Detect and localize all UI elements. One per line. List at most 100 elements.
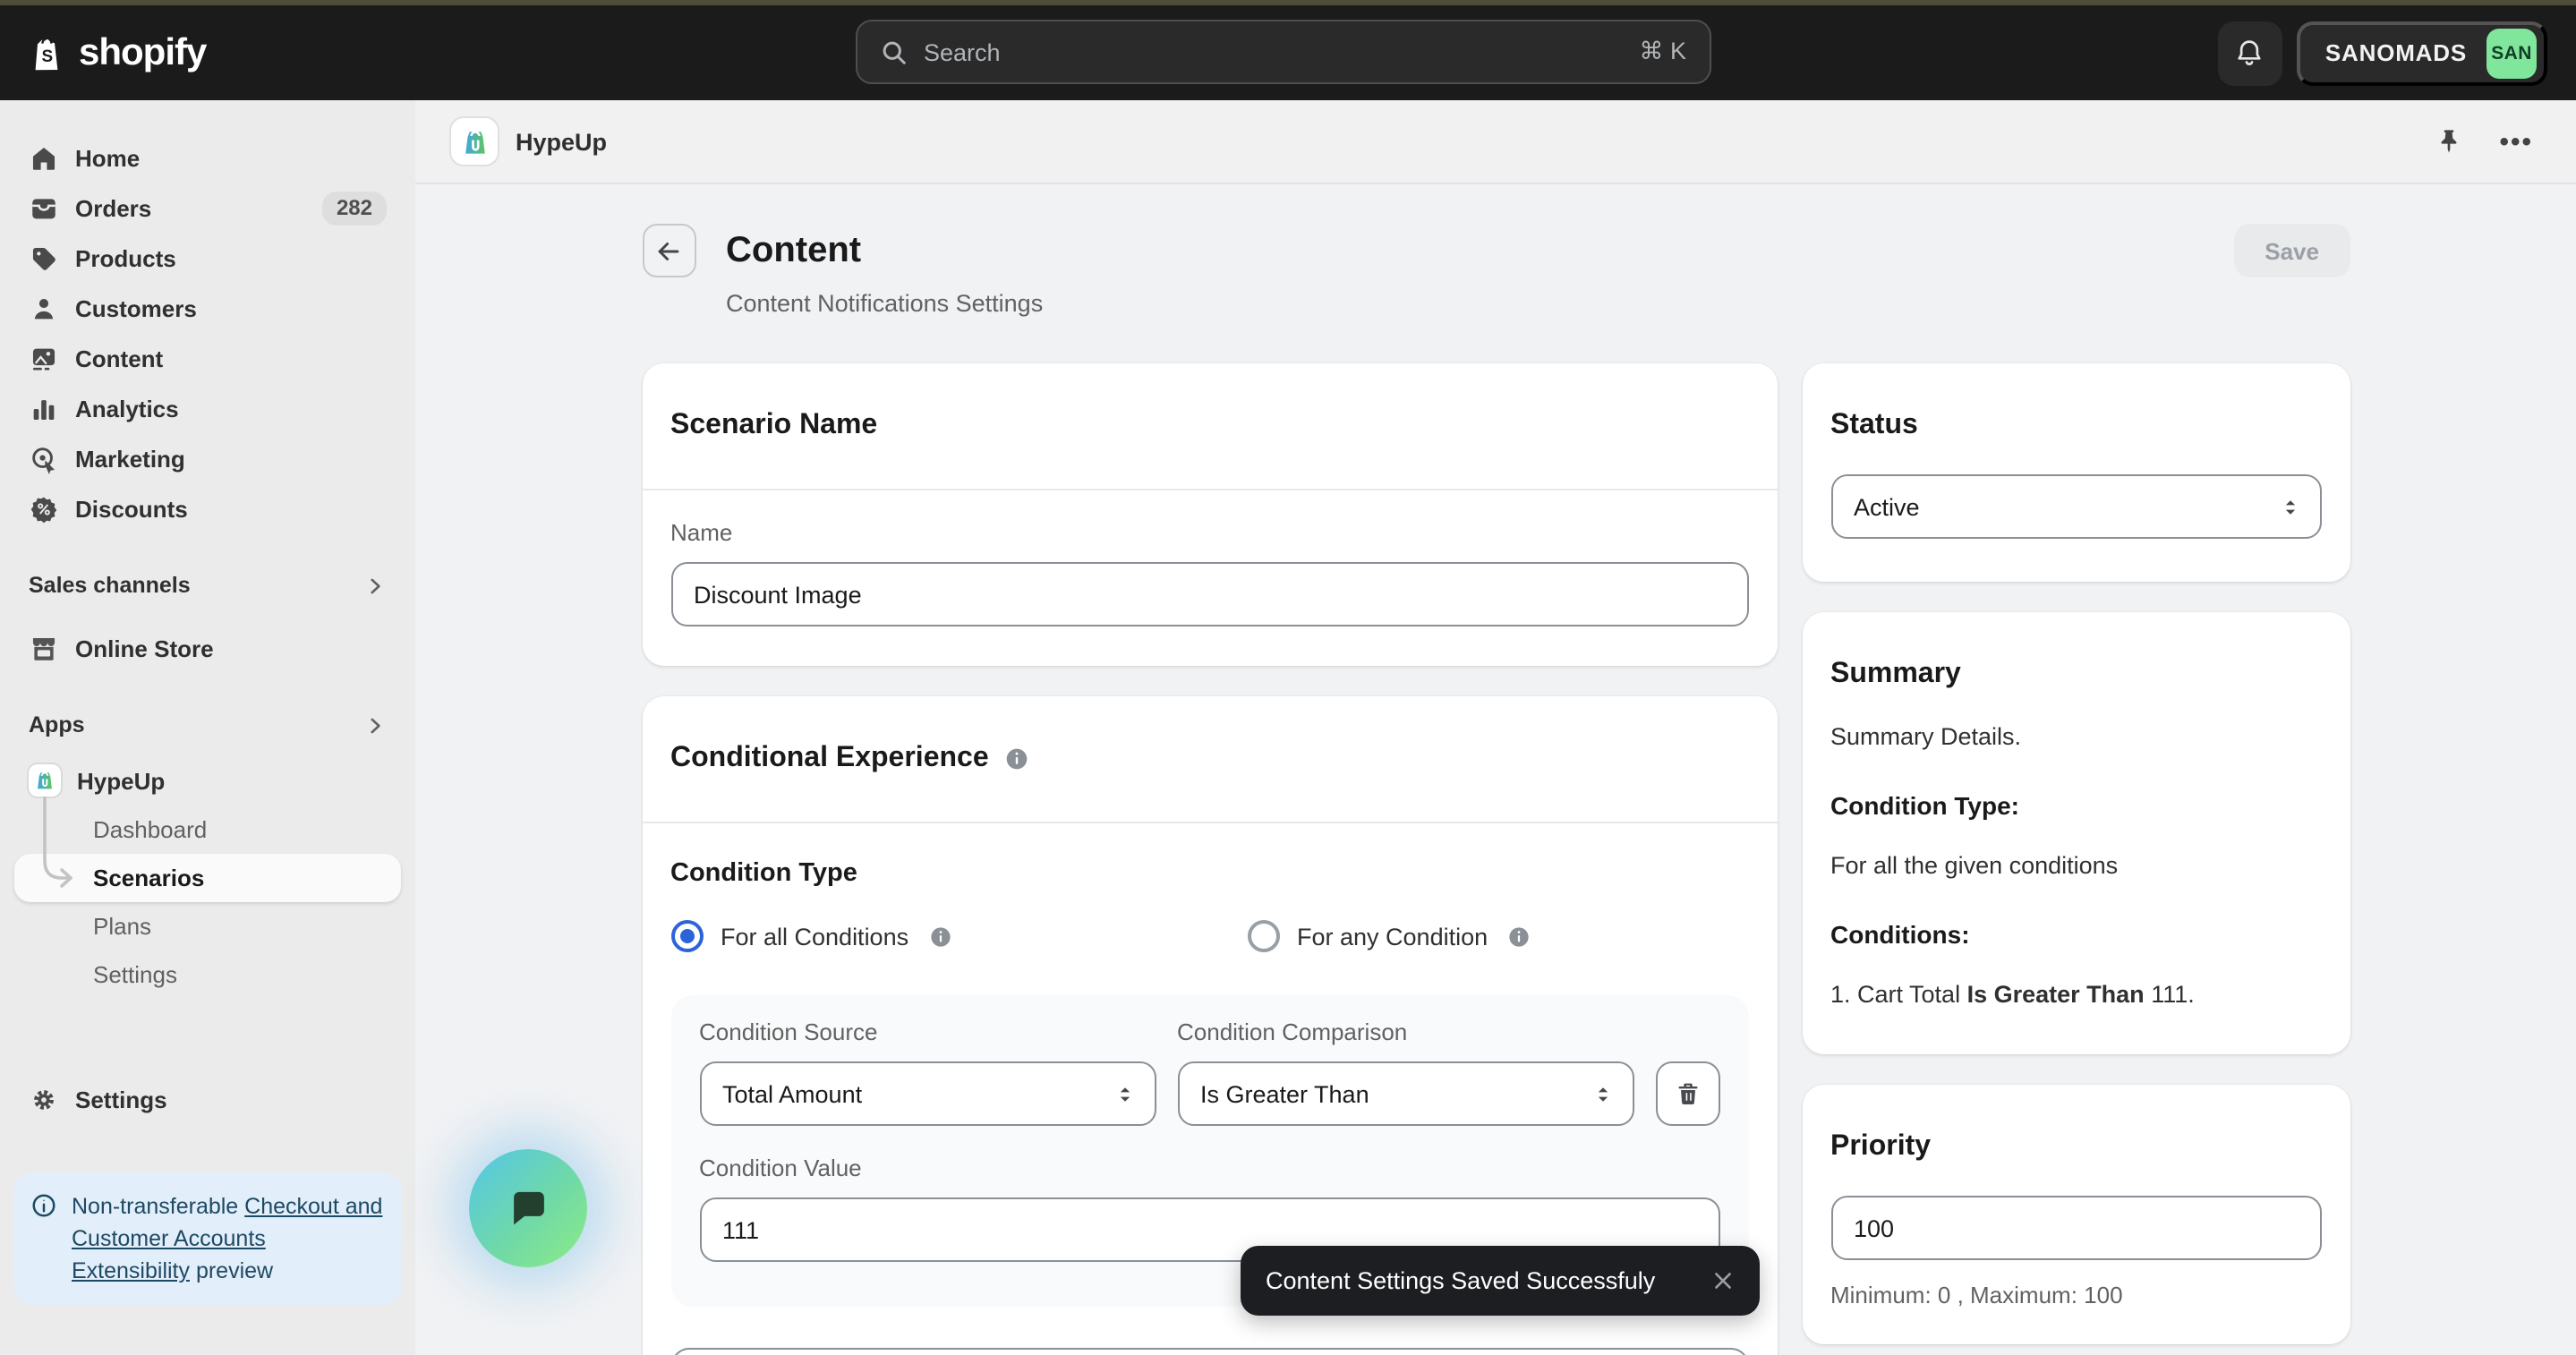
delete-condition-button[interactable] <box>1655 1061 1719 1126</box>
priority-title: Priority <box>1830 1131 1932 1162</box>
info-icon[interactable] <box>1506 923 1532 950</box>
page-header: Content Content Notifications Settings S… <box>642 224 2350 317</box>
notifications-button[interactable] <box>2217 21 2282 85</box>
sidebar-item-label: Home <box>75 144 141 171</box>
summary-title: Summary <box>1830 659 1961 689</box>
summary-conditions-label: Conditions: <box>1830 920 1970 949</box>
ellipsis-icon: ••• <box>2499 126 2533 157</box>
sidebar-item-label: Online Store <box>75 635 214 661</box>
discount-badge-icon <box>29 493 59 524</box>
name-label: Name <box>670 519 733 546</box>
condition-source-select[interactable]: Total Amount <box>699 1061 1156 1126</box>
global-search-input[interactable]: Search ⌘ K <box>856 20 1711 84</box>
page-content: Content Content Notifications Settings S… <box>415 184 2576 1355</box>
svg-text:S: S <box>41 47 53 65</box>
sidebar-item-label: Settings <box>75 1086 167 1112</box>
search-placeholder: Search <box>924 38 1001 65</box>
scenario-name-card: Scenario Name Name <box>642 363 1777 666</box>
store-account-button[interactable]: SANOMADS SAN <box>2296 21 2547 85</box>
home-icon <box>29 142 59 173</box>
store-avatar: SAN <box>2486 28 2537 78</box>
condition-comparison-label: Condition Comparison <box>1177 1018 1408 1045</box>
gear-icon <box>29 1084 59 1114</box>
condition-source-label: Condition Source <box>699 1018 878 1045</box>
sidebar-subitem-scenarios[interactable]: Scenarios <box>14 854 401 902</box>
chevron-right-icon <box>363 713 387 737</box>
app-title: HypeUp <box>516 128 608 155</box>
priority-input[interactable] <box>1830 1196 2321 1260</box>
sidebar-subitem-plans[interactable]: Plans <box>14 902 401 950</box>
status-select[interactable]: Active <box>1830 474 2321 539</box>
info-icon[interactable] <box>926 923 953 950</box>
scenario-name-input[interactable] <box>670 562 1748 626</box>
pin-app-button[interactable] <box>2435 127 2463 156</box>
topbar: S shopify Search ⌘ K SANOMADS SAN <box>0 5 2576 100</box>
sidebar-item-label: Discounts <box>75 495 188 522</box>
support-chat-button[interactable] <box>469 1149 587 1267</box>
status-title: Status <box>1830 410 1918 440</box>
info-icon[interactable] <box>1003 745 1032 773</box>
store-name: SANOMADS <box>2324 39 2467 66</box>
sidebar-item-analytics[interactable]: Analytics <box>14 383 401 433</box>
sidebar-subitem-settings[interactable]: Settings <box>14 950 401 999</box>
sidebar-item-home[interactable]: Home <box>14 132 401 183</box>
info-icon <box>30 1192 57 1287</box>
extensibility-preview-notice: Non-transferable Checkout and Customer A… <box>14 1172 401 1305</box>
back-button[interactable] <box>642 224 695 277</box>
sidebar-item-marketing[interactable]: Marketing <box>14 433 401 483</box>
summary-condition-type-label: Condition Type: <box>1830 791 2019 820</box>
hypeup-app-icon <box>29 764 61 797</box>
sidebar-item-label: Marketing <box>75 445 185 472</box>
search-icon <box>881 38 908 65</box>
storefront-icon <box>29 633 59 663</box>
save-button[interactable]: Save <box>2234 224 2350 277</box>
updown-caret-icon <box>1113 1082 1136 1105</box>
orders-icon <box>29 192 59 223</box>
sidebar-item-label: Customers <box>75 294 197 321</box>
app-header-bar: HypeUp ••• <box>415 100 2576 184</box>
more-options-button[interactable]: ••• <box>2499 126 2533 157</box>
radio-for-all-conditions[interactable]: For all Conditions <box>670 920 1247 952</box>
image-icon <box>29 343 59 373</box>
sidebar-item-discounts[interactable]: Discounts <box>14 483 401 533</box>
notice-text: Non-transferable Checkout and Customer A… <box>72 1194 383 1283</box>
priority-helper-text: Minimum: 0 , Maximum: 100 <box>1830 1282 2123 1308</box>
sidebar-item-label: HypeUp <box>77 767 166 794</box>
sidebar-item-content[interactable]: Content <box>14 333 401 383</box>
summary-details: Summary Details. <box>1830 723 2022 750</box>
sidebar-item-products[interactable]: Products <box>14 233 401 283</box>
apps-header[interactable]: Apps <box>14 702 401 748</box>
shopify-logo[interactable]: S shopify <box>29 31 207 74</box>
toast-close-button[interactable] <box>1711 1269 1735 1292</box>
sidebar: Home Orders 282 Products Customers Conte… <box>0 100 415 1355</box>
conditional-experience-title: Conditional Experience <box>670 743 989 773</box>
status-card: Status Active <box>1802 363 2350 582</box>
arrow-left-icon <box>653 235 684 266</box>
sidebar-subitem-dashboard[interactable]: Dashboard <box>14 805 401 854</box>
bell-icon <box>2233 36 2267 70</box>
sales-channels-header[interactable]: Sales channels <box>14 562 401 609</box>
sidebar-item-online-store[interactable]: Online Store <box>14 623 401 673</box>
bar-chart-icon <box>29 393 59 423</box>
search-shortcut-hint: ⌘ K <box>1639 38 1686 64</box>
radio-for-any-condition[interactable]: For any Condition <box>1247 920 1532 952</box>
condition-comparison-select[interactable]: Is Greater Than <box>1177 1061 1633 1126</box>
chevron-right-icon <box>363 574 387 597</box>
sidebar-item-label: Orders <box>75 194 152 221</box>
shopify-bag-icon: S <box>29 31 66 74</box>
radio-selected-icon <box>670 920 703 952</box>
add-condition-button[interactable]: Add <box>670 1348 1748 1355</box>
page-subtitle: Content Notifications Settings <box>726 290 1044 317</box>
close-icon <box>1711 1269 1735 1292</box>
target-cursor-icon <box>29 443 59 473</box>
sidebar-item-hypeup-app[interactable]: HypeUp <box>14 755 401 805</box>
trash-icon <box>1673 1079 1702 1108</box>
main-area: HypeUp ••• Content Content Notifications… <box>415 100 2576 1355</box>
pin-icon <box>2435 127 2463 156</box>
page-title: Content <box>726 231 862 270</box>
chat-bubble-icon <box>504 1184 552 1232</box>
toast-notification: Content Settings Saved Successfuly <box>1241 1246 1760 1316</box>
sidebar-item-settings[interactable]: Settings <box>14 1074 401 1124</box>
sidebar-item-orders[interactable]: Orders 282 <box>14 183 401 233</box>
sidebar-item-customers[interactable]: Customers <box>14 283 401 333</box>
